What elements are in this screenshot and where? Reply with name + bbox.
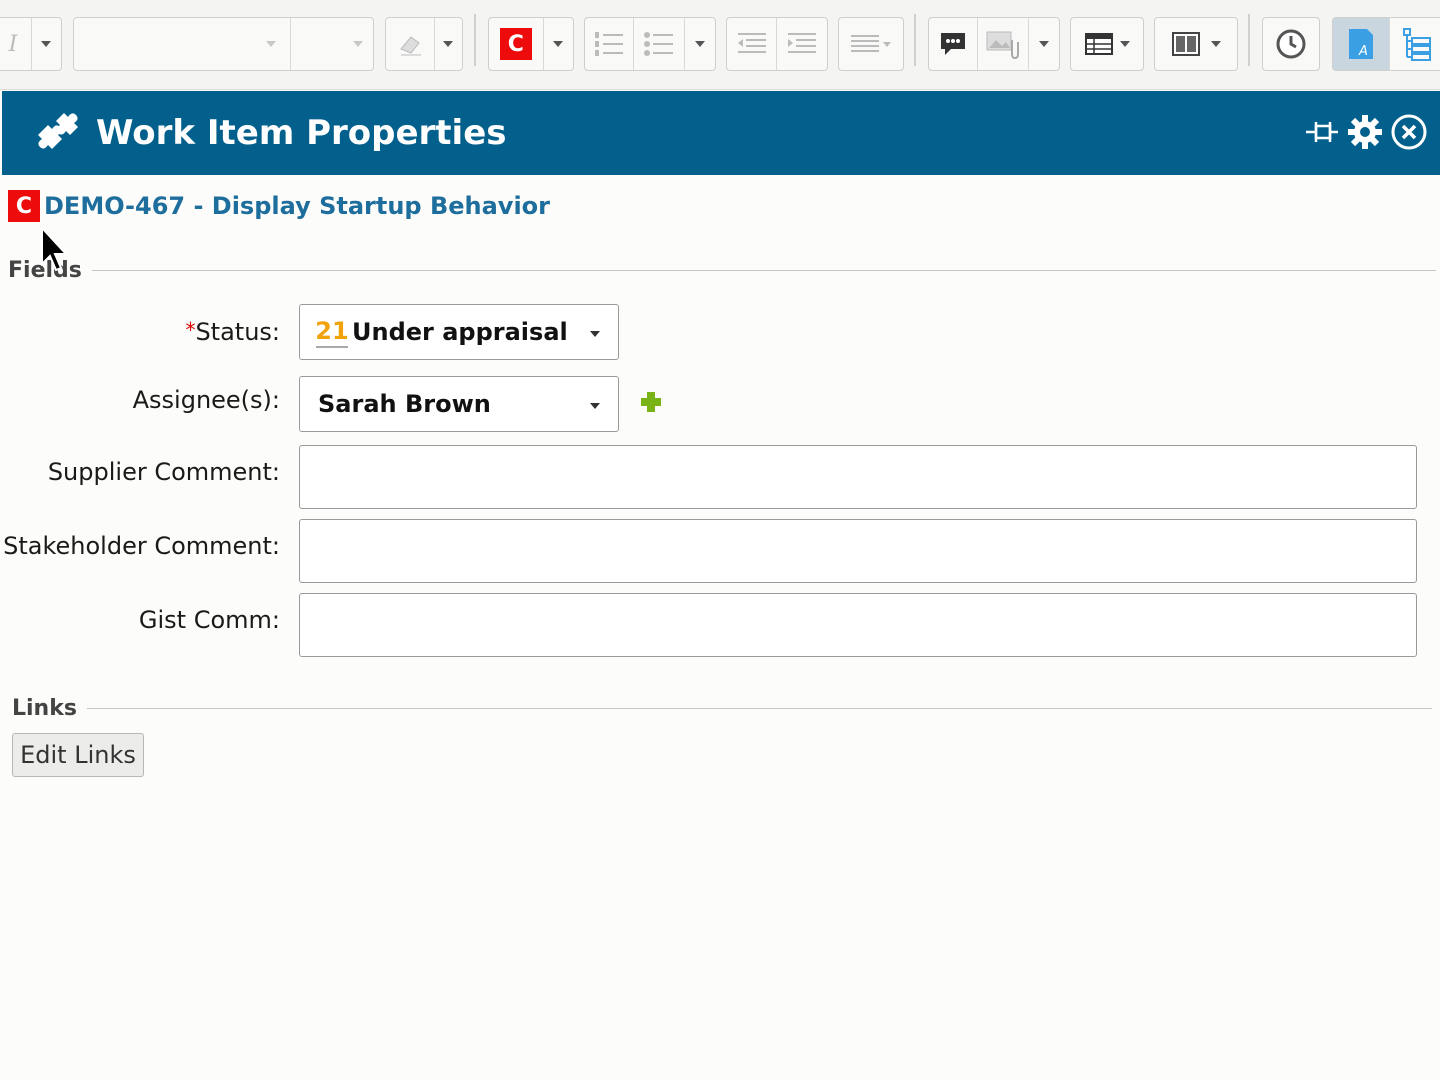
close-icon[interactable] (1390, 113, 1428, 151)
eraser-icon (400, 36, 421, 56)
chevron-down-icon (590, 403, 600, 409)
toolbar-separator (1248, 14, 1250, 66)
eraser-group (385, 17, 463, 71)
align-button[interactable] (839, 18, 903, 70)
section-divider (91, 270, 1436, 271)
add-assignee-icon[interactable] (639, 390, 663, 414)
work-item-title: C DEMO-467 - Display Startup Behavior (8, 190, 550, 222)
status-label-text: Status: (195, 318, 280, 346)
numbered-list-icon (595, 32, 624, 56)
panel-title: Work Item Properties (96, 113, 507, 153)
comment-icon (941, 33, 966, 55)
columns-icon (1172, 32, 1200, 56)
puzzle-icon (38, 113, 78, 149)
gist-comm-field[interactable] (299, 593, 1417, 657)
toolbar-separator (914, 14, 916, 66)
links-section-label: Links (12, 696, 77, 721)
requirement-badge-icon: C (8, 190, 40, 222)
requirement-dropdown[interactable] (544, 18, 573, 70)
status-label: *Status: (185, 318, 280, 346)
image-attach-button[interactable] (978, 18, 1030, 70)
numbered-list-button[interactable] (585, 18, 635, 70)
edit-links-button[interactable]: Edit Links (12, 733, 144, 777)
align-group (838, 17, 904, 71)
table-icon (1085, 33, 1113, 55)
required-marker: * (185, 318, 196, 342)
panel-header-actions (1304, 113, 1428, 151)
status-icon: 21 (315, 316, 349, 348)
status-select[interactable]: 21 Under appraisal (299, 304, 619, 360)
outline-view-button[interactable] (1390, 18, 1440, 70)
work-item-link[interactable]: DEMO-467 - Display Startup Behavior (44, 192, 550, 220)
stakeholder-comment-field[interactable] (299, 519, 1417, 583)
insert-dropdown[interactable] (1029, 18, 1059, 70)
stakeholder-comment-label: Stakeholder Comment: (3, 532, 280, 560)
clear-format-button[interactable] (386, 18, 435, 70)
indent-group (726, 17, 828, 71)
chevron-down-icon (1039, 41, 1050, 47)
align-icon (851, 35, 891, 52)
assignee-value: Sarah Brown (318, 390, 491, 418)
insert-requirement-button[interactable]: C (489, 18, 544, 70)
editor-toolbar: I C A (0, 0, 1440, 90)
chevron-down-icon (1120, 41, 1130, 47)
requirement-group: C (488, 17, 574, 71)
chevron-down-icon (443, 41, 454, 47)
properties-view-button[interactable]: A (1333, 18, 1391, 70)
columns-group (1154, 17, 1238, 71)
fields-section-header: Fields (8, 258, 1436, 283)
clock-icon (1276, 29, 1306, 59)
section-divider (86, 708, 1432, 709)
svg-text:A: A (1358, 44, 1368, 59)
chevron-down-icon (553, 41, 564, 47)
assignee-select[interactable]: Sarah Brown (299, 376, 619, 432)
requirement-icon: C (499, 28, 532, 60)
chevron-down-icon (353, 41, 363, 47)
eraser-dropdown[interactable] (435, 18, 462, 70)
italic-group: I (0, 17, 62, 71)
assignee-label: Assignee(s): (132, 386, 280, 414)
table-button[interactable] (1071, 18, 1143, 70)
outdent-icon (737, 33, 766, 53)
supplier-comment-field[interactable] (299, 445, 1417, 509)
chevron-down-icon (266, 41, 277, 47)
view-group: A (1332, 17, 1440, 71)
mouse-cursor-icon (41, 226, 69, 272)
italic-button[interactable]: I (0, 18, 32, 70)
insert-group (928, 17, 1060, 71)
panel-header: Work Item Properties (2, 91, 1440, 175)
font-size-select[interactable] (291, 18, 373, 70)
columns-button[interactable] (1155, 18, 1237, 70)
list-dropdown[interactable] (685, 18, 715, 70)
font-family-select[interactable] (74, 18, 292, 70)
outline-tree-icon (1403, 28, 1432, 61)
pin-icon[interactable] (1304, 114, 1340, 150)
italic-icon: I (8, 31, 18, 57)
table-group (1070, 17, 1144, 71)
links-section-header: Links (12, 696, 1432, 721)
comment-button[interactable] (929, 18, 979, 70)
chevron-down-icon (695, 41, 706, 47)
document-properties-icon: A (1349, 29, 1374, 59)
chevron-down-icon (590, 331, 600, 337)
indent-icon (788, 33, 816, 53)
bullet-list-icon (644, 32, 674, 56)
list-group (584, 17, 716, 71)
bullet-list-button[interactable] (634, 18, 686, 70)
gear-icon[interactable] (1346, 113, 1384, 151)
history-button[interactable] (1263, 18, 1319, 70)
image-attachment-icon (986, 31, 1020, 60)
indent-button[interactable] (777, 18, 827, 70)
status-value: Under appraisal (352, 318, 568, 346)
toolbar-separator (474, 14, 476, 66)
chevron-down-icon (41, 41, 52, 47)
chevron-down-icon (1211, 41, 1221, 47)
history-group (1262, 17, 1320, 71)
font-select-group (73, 17, 374, 71)
gist-comm-label: Gist Comm: (138, 606, 280, 634)
italic-dropdown[interactable] (32, 18, 61, 70)
supplier-comment-label: Supplier Comment: (47, 458, 280, 486)
outdent-button[interactable] (727, 18, 778, 70)
